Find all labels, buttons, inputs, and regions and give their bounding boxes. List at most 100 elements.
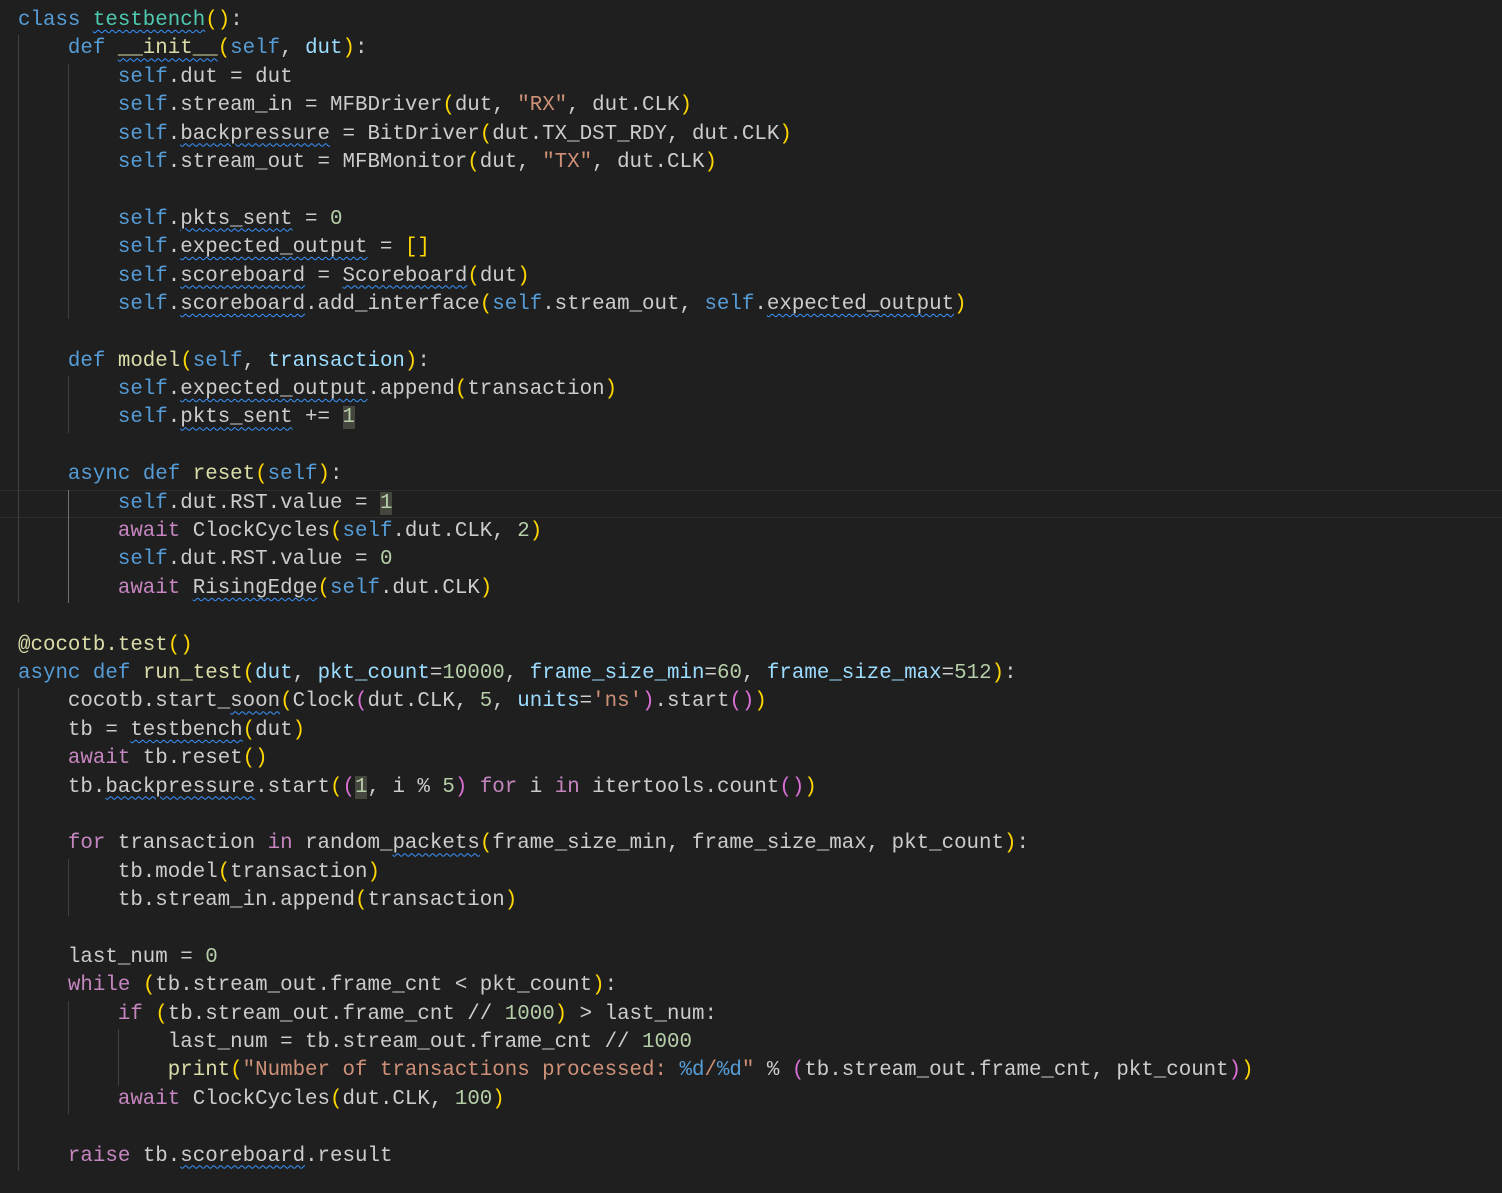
code-token: self xyxy=(117,406,168,430)
code-line[interactable] xyxy=(0,801,1502,831)
code-line[interactable]: last_num = 0 xyxy=(0,943,1502,973)
code-token: class xyxy=(18,9,93,32)
code-line[interactable]: self.dut.RST.value = 0 xyxy=(0,546,1502,575)
squiggle-token: backpressure xyxy=(180,122,331,146)
indent-guide xyxy=(18,1142,19,1172)
code-token: ) xyxy=(292,718,306,742)
code-line[interactable]: tb.stream_in.append(transaction) xyxy=(0,887,1502,916)
code-line[interactable]: raise tb.scoreboard.result xyxy=(0,1142,1502,1172)
code-token: dut xyxy=(305,37,343,61)
code-line[interactable]: await ClockCycles(dut.CLK, 100) xyxy=(0,1085,1502,1115)
code-token: 60 xyxy=(716,661,742,685)
indent-guide xyxy=(68,546,70,575)
code-line[interactable]: async def run_test(dut, pkt_count=10000,… xyxy=(0,660,1502,688)
code-token: transaction xyxy=(367,889,505,913)
code-line[interactable]: last_num = tb.stream_out.frame_cnt // 10… xyxy=(0,1029,1502,1058)
indent-guide xyxy=(68,120,70,149)
code-editor[interactable]: class testbench(): def __init__(self, du… xyxy=(0,7,1502,1193)
code-line[interactable]: self.expected_output = [] xyxy=(0,234,1502,263)
indent-guide xyxy=(18,35,19,64)
code-token: . xyxy=(167,236,181,260)
squiggle-token: soon xyxy=(230,690,281,714)
indent-guide xyxy=(18,347,19,377)
squiggle-token: scoreboard xyxy=(180,1144,306,1168)
code-line[interactable]: print("Number of transactions processed:… xyxy=(0,1057,1502,1086)
indent-guide xyxy=(18,177,19,206)
code-line[interactable]: self.pkts_sent += 1 xyxy=(0,404,1502,433)
code-line[interactable]: while (tb.stream_out.frame_cnt < pkt_cou… xyxy=(0,972,1502,1001)
code-line[interactable]: self.scoreboard = Scoreboard(dut) xyxy=(0,262,1502,291)
code-token: : xyxy=(230,9,243,32)
code-token: frame_size_max xyxy=(766,661,942,685)
indent-guide xyxy=(18,773,19,802)
code-token: transaction xyxy=(117,832,268,856)
code-line[interactable]: self.dut = dut xyxy=(0,63,1502,93)
code-line[interactable]: self.stream_in = MFBDriver(dut, "RX", du… xyxy=(0,92,1502,121)
code-line[interactable]: self.dut.RST.value = 1 xyxy=(0,489,1502,519)
code-token: ) xyxy=(504,889,518,913)
code-token: , xyxy=(504,661,530,685)
code-token: : xyxy=(604,974,618,998)
code-token: for xyxy=(67,832,118,856)
squiggle-token: __init__ xyxy=(117,37,218,61)
code-line[interactable] xyxy=(0,915,1502,944)
code-line[interactable]: await tb.reset() xyxy=(0,745,1502,774)
code-token: ( xyxy=(142,974,156,998)
code-line[interactable]: async def reset(self): xyxy=(0,461,1502,490)
code-line[interactable]: self.stream_out = MFBMonitor(dut, "TX", … xyxy=(0,148,1502,178)
code-token: ) xyxy=(255,747,268,771)
code-token: . xyxy=(167,292,181,316)
indent-guide xyxy=(68,887,70,916)
indent-guide xyxy=(68,404,70,433)
code-token: ( xyxy=(242,718,256,742)
squiggle-token: expected_output xyxy=(766,292,955,316)
code-token: tb.stream_out.frame_cnt < pkt_count xyxy=(155,974,593,998)
code-line[interactable]: def __init__(self, dut): xyxy=(0,35,1502,64)
code-token: = BitDriver xyxy=(330,122,480,146)
code-line[interactable]: tb = testbench(dut) xyxy=(0,716,1502,746)
code-token: , xyxy=(292,661,318,685)
code-line[interactable]: self.pkts_sent = 0 xyxy=(0,205,1502,235)
indent-guide xyxy=(18,489,19,519)
code-line[interactable]: self.scoreboard.add_interface(self.strea… xyxy=(0,290,1502,320)
code-line[interactable]: await ClockCycles(self.dut.CLK, 2) xyxy=(0,518,1502,547)
code-token: .stream_in = MFBDriver xyxy=(167,94,443,118)
code-token: self xyxy=(117,236,168,260)
code-line[interactable]: await RisingEdge(self.dut.CLK) xyxy=(0,574,1502,604)
squiggle-token: pkts_sent xyxy=(180,406,293,430)
code-token: 1 xyxy=(379,491,393,515)
code-token: 5 xyxy=(442,775,455,799)
code-token: ( xyxy=(330,775,343,799)
code-token: self xyxy=(117,378,168,402)
code-token: ( xyxy=(180,349,193,373)
code-line[interactable] xyxy=(0,177,1502,206)
code-token: ) xyxy=(704,150,717,174)
code-token: ) xyxy=(791,775,805,799)
code-line[interactable]: tb.backpressure.start((1, i % 5) for i i… xyxy=(0,773,1502,802)
code-line[interactable] xyxy=(0,432,1502,462)
code-token: > last_num: xyxy=(567,1002,717,1026)
code-line[interactable]: self.expected_output.append(transaction) xyxy=(0,376,1502,405)
code-line[interactable]: cocotb.start_soon(Clock(dut.CLK, 5, unit… xyxy=(0,688,1502,717)
indent-guide xyxy=(18,461,19,490)
indent-guide xyxy=(18,574,19,604)
code-token: , xyxy=(280,37,306,61)
code-token: ) xyxy=(217,9,231,32)
code-token: ) xyxy=(180,633,193,657)
code-token: self xyxy=(704,292,755,316)
code-line[interactable]: tb.model(transaction) xyxy=(0,858,1502,888)
code-line[interactable]: for transaction in random_packets(frame_… xyxy=(0,830,1502,859)
code-line[interactable]: def model(self, transaction): xyxy=(0,347,1502,377)
code-token: : xyxy=(1016,832,1029,856)
code-line[interactable]: self.backpressure = BitDriver(dut.TX_DST… xyxy=(0,120,1502,149)
code-line[interactable]: @cocotb.test() xyxy=(0,632,1502,660)
code-line[interactable] xyxy=(0,1114,1502,1143)
code-line[interactable] xyxy=(0,603,1502,631)
code-line[interactable]: if (tb.stream_out.frame_cnt // 1000) > l… xyxy=(0,1000,1502,1030)
code-line[interactable]: class testbench(): xyxy=(0,7,1502,35)
code-line[interactable] xyxy=(0,319,1502,348)
code-token: tb.stream_out.frame_cnt, pkt_count xyxy=(804,1059,1229,1083)
